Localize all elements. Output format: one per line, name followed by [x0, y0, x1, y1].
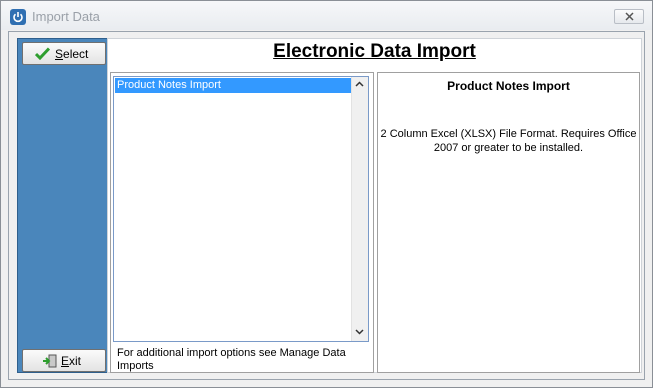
exit-button[interactable]: Exit	[22, 349, 106, 372]
checkmark-icon	[35, 47, 50, 60]
main-panel: Electronic Data Import Product Notes Imp…	[107, 38, 642, 373]
title-bar[interactable]: Import Data	[1, 1, 652, 30]
select-button-label: Select	[55, 47, 89, 61]
import-detail-panel: Product Notes Import 2 Column Excel (XLS…	[377, 72, 640, 373]
close-icon	[625, 12, 634, 21]
scroll-down-icon[interactable]	[354, 326, 365, 337]
scroll-up-icon[interactable]	[354, 79, 365, 90]
import-list-panel: Product Notes Import For additional impo…	[110, 72, 374, 373]
window-title: Import Data	[32, 9, 100, 24]
list-item-product-notes-import[interactable]: Product Notes Import	[115, 78, 352, 93]
exit-button-label: Exit	[61, 354, 82, 368]
exit-door-icon	[43, 354, 57, 368]
client-area: Select Exit Electronic Data Import Produ…	[8, 31, 645, 380]
close-button[interactable]	[614, 9, 644, 24]
detail-description: 2 Column Excel (XLSX) File Format. Requi…	[380, 128, 637, 154]
import-list[interactable]: Product Notes Import	[113, 76, 369, 342]
detail-title: Product Notes Import	[447, 79, 570, 93]
sidebar: Select Exit	[17, 38, 111, 373]
app-power-icon	[10, 9, 26, 25]
list-scrollbar[interactable]	[351, 77, 368, 341]
additional-imports-note: For additional import options see Manage…	[117, 347, 346, 372]
page-title: Electronic Data Import	[273, 41, 476, 62]
select-button[interactable]: Select	[22, 42, 106, 65]
import-data-window: Import Data Select Exit Electronic Data …	[0, 0, 653, 388]
